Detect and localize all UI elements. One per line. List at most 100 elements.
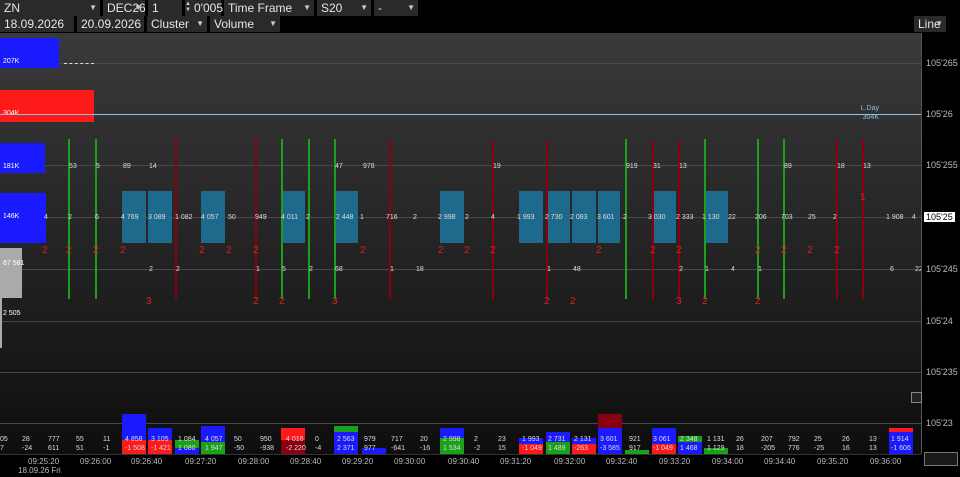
red-marker-value: 2 <box>464 245 470 256</box>
time-axis[interactable]: 09:25:20 09:26:00 09:26:40 09:27:20 09:28:00… <box>0 454 921 477</box>
delta-value: 1 080 <box>178 445 196 452</box>
chart-mode-select[interactable]: Cluster ▼ <box>147 16 207 32</box>
multiplier-field[interactable]: 1 <box>148 0 182 16</box>
style-select[interactable]: Line ▼ <box>914 16 946 32</box>
cluster-chart[interactable]: 207K304K181K146K67 5812 505L.Day304K5358… <box>0 33 960 477</box>
delta-value: 1 534 <box>443 445 461 452</box>
date-label: 18.09.26 Fri <box>18 466 61 475</box>
date-to-field[interactable]: 20.09.2026 <box>77 16 144 32</box>
price-tick: 105'24 <box>926 316 953 326</box>
period-type-select[interactable]: Time Frame ▼ <box>224 0 314 16</box>
delta-value: 777 <box>48 436 60 443</box>
delta-value: 950 <box>260 436 272 443</box>
cluster-value-select[interactable]: Volume ▼ <box>210 16 280 32</box>
cluster-value: 19 <box>493 163 501 170</box>
cluster-value: 68 <box>335 266 343 273</box>
cluster-value: 13 <box>863 163 871 170</box>
delta-value: 13 <box>869 445 877 452</box>
symbol-field[interactable]: ZN ▼ <box>0 0 100 16</box>
time-tick: 09:25:20 <box>28 457 60 466</box>
time-tick: 09:32:00 <box>554 457 586 466</box>
cluster-value: 3 601 <box>597 214 615 221</box>
chart-mode-text: Cluster <box>151 17 190 31</box>
price-axis[interactable]: 105'265 105'26 105'255 105'25 105'245 105'24 1… <box>921 33 960 454</box>
volume-profile-bar <box>0 90 94 122</box>
delta-value: -16 <box>420 445 431 452</box>
date-from-field[interactable]: 18.09.2026 <box>0 16 74 32</box>
delta-value: 15 <box>498 445 506 452</box>
delta-value: 11 <box>103 436 111 443</box>
chevron-down-icon: ▼ <box>269 19 277 28</box>
delta-value: -50 <box>234 445 245 452</box>
red-marker-value: 2 <box>650 245 656 256</box>
delta-value: 2 348 <box>680 436 698 443</box>
time-tick: 09:34:00 <box>712 457 744 466</box>
time-tick: 09:32:40 <box>606 457 638 466</box>
period-select[interactable]: S20 ▼ <box>317 0 371 16</box>
delta-value: 1 947 <box>205 445 223 452</box>
cluster-value: 89 <box>123 163 131 170</box>
red-marker-value: 2 <box>490 245 496 256</box>
date-to-text: 20.09.2026 <box>81 17 142 31</box>
delta-value: -25 <box>814 445 825 452</box>
cluster-value: 703 <box>781 214 793 221</box>
cluster-value: 5 <box>282 266 286 273</box>
delta-value: 25 <box>814 436 822 443</box>
extra-select[interactable]: - ▼ <box>374 0 418 16</box>
cluster-value: 2 <box>833 214 837 221</box>
scroll-nav-button[interactable] <box>924 452 958 466</box>
delta-value: -1 508 <box>125 445 145 452</box>
cluster-value: 89 <box>784 163 792 170</box>
stepper-arrows-icon[interactable]: ▲ ▼ <box>185 1 191 13</box>
volume-profile-label: 146K <box>3 213 20 220</box>
chevron-down-icon: ▼ <box>196 19 204 28</box>
red-marker-value: 1 <box>860 192 866 203</box>
red-marker-value: 2 <box>438 245 444 256</box>
cluster-value: 1 <box>547 266 551 273</box>
cluster-value: 4 769 <box>121 214 139 221</box>
extra-text: - <box>378 1 382 15</box>
delta-value: 2 731 <box>548 436 566 443</box>
delta-value: 4 016 <box>286 436 304 443</box>
cluster-value: 2 083 <box>570 214 588 221</box>
red-marker-value: 2 <box>199 245 205 256</box>
price-tick: 105'235 <box>926 367 958 377</box>
volume-profile-label: 207K <box>3 58 20 65</box>
cluster-value: 47 <box>335 163 343 170</box>
time-tick: 09:28:40 <box>290 457 322 466</box>
plot-area[interactable]: 207K304K181K146K67 5812 505L.Day304K5358… <box>0 33 923 454</box>
delta-value: 2 <box>474 436 478 443</box>
delta-value: 776 <box>788 445 800 452</box>
delta-value: 2 998 <box>443 436 461 443</box>
cluster-value: 1 <box>705 266 709 273</box>
delta-value: 1 084 <box>178 436 196 443</box>
chevron-down-icon: ▼ <box>935 19 943 28</box>
cluster-value: 2 <box>149 266 153 273</box>
delta-value: 23 <box>498 436 506 443</box>
delta-value: 792 <box>788 436 800 443</box>
delta-value: -205 <box>761 445 776 452</box>
delta-value: -1 049 <box>653 445 673 452</box>
period-type-text: Time Frame <box>228 1 293 15</box>
cluster-value: 25 <box>808 214 816 221</box>
volume-profile-label: 181K <box>3 163 20 170</box>
chevron-down-icon: ▼ <box>89 3 97 12</box>
delta-value: 2 131 <box>574 436 592 443</box>
delta-value: -1 <box>103 445 110 452</box>
cluster-value: 2 448 <box>336 214 354 221</box>
time-tick: 09:30:40 <box>448 457 480 466</box>
red-marker-value: 3 <box>332 296 338 307</box>
grid-line <box>0 63 921 64</box>
cluster-value-text: Volume <box>214 17 255 31</box>
delta-value: 05 <box>0 436 8 443</box>
cluster-value: 6 <box>890 266 894 273</box>
contract-select[interactable]: DEC26 ▼ <box>103 0 146 16</box>
cluster-value: 1 <box>390 266 394 273</box>
delta-value: -2 220 <box>286 445 306 452</box>
time-tick: 09:33:20 <box>659 457 691 466</box>
cluster-value: 4 <box>912 214 916 221</box>
cluster-value: 6 <box>95 214 99 221</box>
resize-icon[interactable] <box>911 392 922 403</box>
delta-value: 3 061 <box>653 436 671 443</box>
red-marker-value: 2 <box>755 296 761 307</box>
